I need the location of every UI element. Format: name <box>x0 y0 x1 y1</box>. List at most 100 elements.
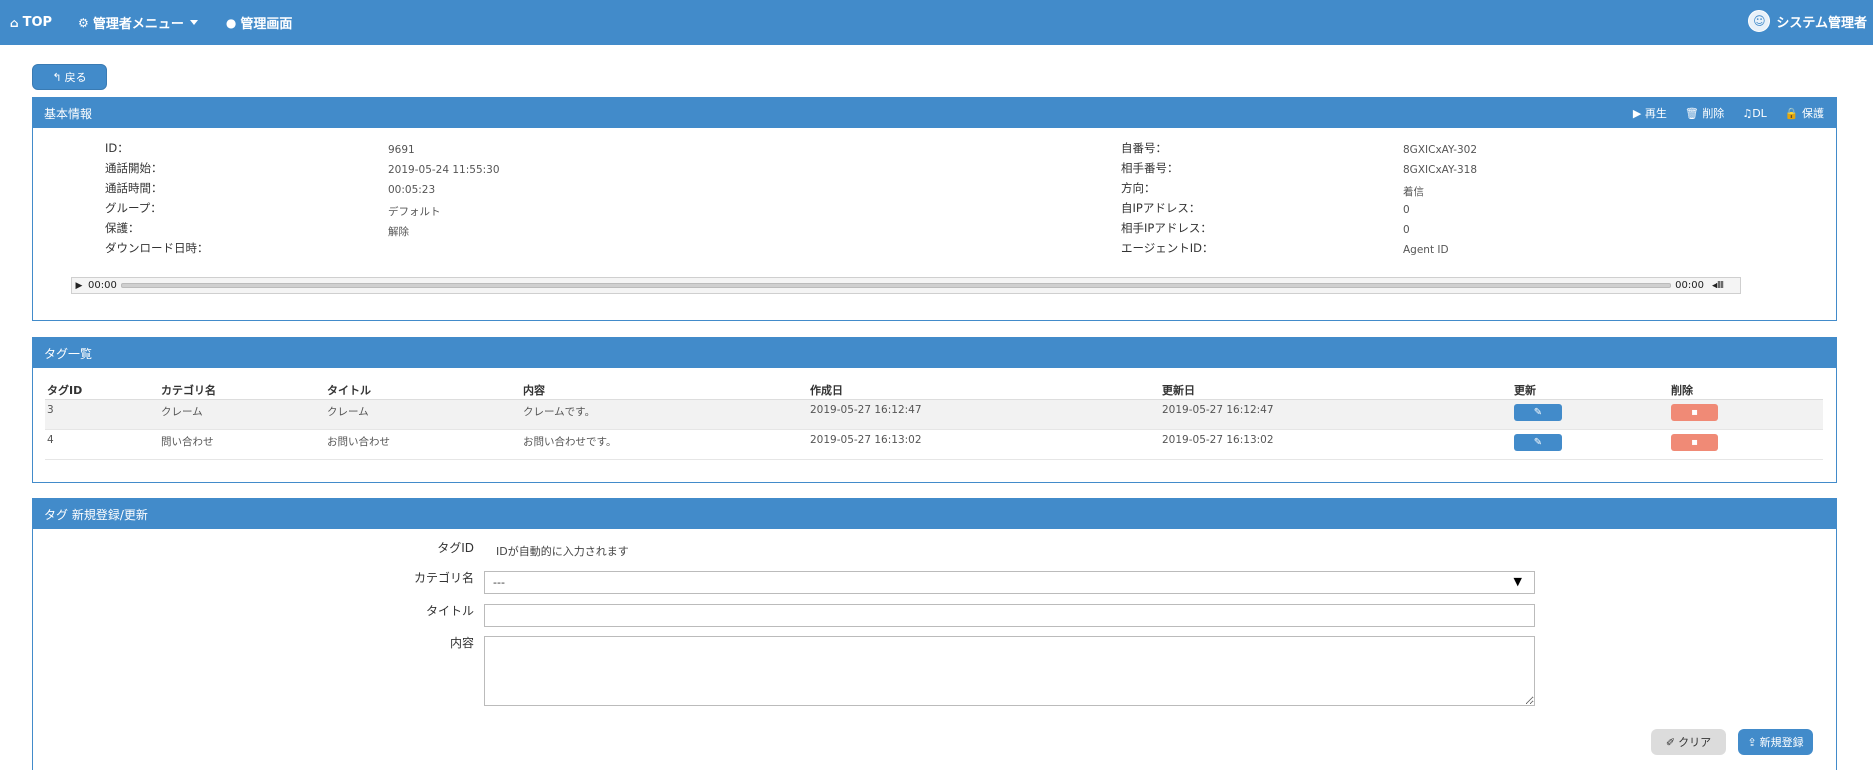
play-button[interactable]: ▶ 再生 <box>1633 105 1667 121</box>
audio-seek-bar[interactable] <box>120 283 1672 288</box>
title-field-label: タイトル <box>425 604 474 618</box>
cell-content: クレームです。 <box>521 399 808 430</box>
category-field-label: カテゴリ名 <box>413 571 474 585</box>
protect-button[interactable]: 🔒 保護 <box>1785 105 1824 121</box>
category-selected-value: --- <box>493 576 505 589</box>
cell-title: お問い合わせ <box>325 429 521 460</box>
tag-list-header: タグ一覧 <box>33 338 1836 368</box>
upload-icon: ⇪ <box>1747 735 1757 749</box>
protect-status-label: 保護： <box>105 221 140 235</box>
user-icon: ● <box>225 15 237 30</box>
content-field-label: 内容 <box>449 636 474 650</box>
basic-info-header: 基本情報 ▶ 再生 🗑 削除 ♫DL 🔒 保護 <box>33 98 1836 128</box>
new-register-button[interactable]: ⇪ 新規登録 <box>1738 729 1813 755</box>
nav-top-link[interactable]: ⌂ TOP <box>10 15 52 30</box>
home-icon: ⌂ <box>10 15 19 30</box>
caret-down-icon <box>189 20 198 25</box>
avatar: ☺ <box>1748 10 1771 32</box>
delete-label: 削除 <box>1702 107 1725 120</box>
cell-updated: 2019-05-27 16:12:47 <box>1160 399 1512 430</box>
trash-icon: ▪ <box>1691 406 1698 418</box>
nav-top-label: TOP <box>22 15 53 30</box>
cell-delete: ▪ <box>1669 429 1823 460</box>
title-input[interactable] <box>484 604 1535 627</box>
delete-tag-button[interactable]: ▪ <box>1671 433 1718 451</box>
edit-button[interactable]: ✎ <box>1514 433 1562 451</box>
col-title: タイトル <box>325 381 521 400</box>
col-delete: 削除 <box>1669 381 1823 400</box>
nav-admin-screen-link[interactable]: ● 管理画面 <box>225 13 293 33</box>
direction-value: 着信 <box>1403 186 1424 198</box>
audio-player: ▶ 00:00 00:00 ◂ıllll <box>71 277 1741 294</box>
col-updated: 更新日 <box>1160 381 1512 400</box>
clear-button-label: クリア <box>1678 736 1712 749</box>
pencil-icon: ✎ <box>1533 436 1543 448</box>
cell-content: お問い合わせです。 <box>521 429 808 460</box>
content-textarea[interactable] <box>484 636 1535 706</box>
col-category: カテゴリ名 <box>159 381 325 400</box>
edit-button[interactable]: ✎ <box>1514 403 1562 421</box>
basic-info-title: 基本情報 <box>44 106 93 121</box>
top-navbar: ⌂ TOP ⚙ 管理者メニュー ● 管理画面 ☺ システム管理者 <box>0 0 1873 45</box>
agent-id-value: Agent ID <box>1403 244 1449 256</box>
category-select[interactable]: --- ▼ <box>484 571 1535 594</box>
download-button[interactable]: ♫DL <box>1742 107 1766 120</box>
call-start-label: 通話開始： <box>105 161 163 175</box>
back-button-label: 戻る <box>64 71 87 84</box>
download-date-label: ダウンロード日時： <box>105 241 209 255</box>
agent-id-label: エージェントID： <box>1121 241 1214 255</box>
basic-info-panel: 基本情報 ▶ 再生 🗑 削除 ♫DL 🔒 保護 ID： 9691 通話開始： 2… <box>32 97 1837 321</box>
delete-tag-button[interactable]: ▪ <box>1671 403 1718 421</box>
tag-table: タグID カテゴリ名 タイトル 内容 作成日 更新日 更新 削除 3 クレーム … <box>45 381 1823 460</box>
reply-icon: ↰ <box>52 70 62 84</box>
music-icon: ♫ <box>1742 106 1753 120</box>
trash-icon: ▪ <box>1691 436 1698 448</box>
own-number-label: 自番号： <box>1121 141 1167 155</box>
tag-id-note: IDが自動的に入力されます <box>496 545 629 558</box>
clear-button[interactable]: ✐ クリア <box>1651 729 1726 755</box>
group-value: デフォルト <box>388 206 441 218</box>
cell-updated: 2019-05-27 16:13:02 <box>1160 429 1512 460</box>
play-label: 再生 <box>1644 107 1667 120</box>
tag-form-header: タグ 新規登録/更新 <box>33 499 1836 529</box>
tag-list-title: タグ一覧 <box>44 346 93 361</box>
col-tag-id: タグID <box>45 381 159 400</box>
tag-form-title: タグ 新規登録/更新 <box>44 507 148 522</box>
col-edit: 更新 <box>1512 381 1669 400</box>
tag-table-header: タグID カテゴリ名 タイトル 内容 作成日 更新日 更新 削除 <box>45 381 1823 400</box>
volume-icon[interactable]: ◂ıllll <box>1712 281 1736 291</box>
lock-icon: 🔒 <box>1784 107 1799 120</box>
basic-info-actions: ▶ 再生 🗑 削除 ♫DL 🔒 保護 <box>1615 98 1824 128</box>
nav-admin-screen-label: 管理画面 <box>240 17 293 32</box>
audio-current-time: 00:00 <box>88 280 117 291</box>
user-menu[interactable]: ☺ システム管理者 <box>1748 10 1867 32</box>
table-row: 3 クレーム クレーム クレームです。 2019-05-27 16:12:47 … <box>45 399 1823 430</box>
peer-ip-label: 相手IPアドレス： <box>1121 221 1212 235</box>
audio-play-icon[interactable]: ▶ <box>72 281 86 291</box>
group-label: グループ： <box>105 201 162 215</box>
col-content: 内容 <box>521 381 808 400</box>
cell-category: クレーム <box>159 399 325 430</box>
cell-created: 2019-05-27 16:13:02 <box>808 429 1160 460</box>
audio-duration: 00:00 <box>1675 280 1704 291</box>
peer-number-label: 相手番号： <box>1121 161 1179 175</box>
gears-icon: ⚙ <box>78 15 89 30</box>
tag-form-panel: タグ 新規登録/更新 タグID IDが自動的に入力されます カテゴリ名 --- … <box>32 498 1837 770</box>
table-row: 4 問い合わせ お問い合わせ お問い合わせです。 2019-05-27 16:1… <box>45 429 1823 460</box>
cell-tag-id: 4 <box>45 429 159 460</box>
own-ip-label: 自IPアドレス： <box>1121 201 1201 215</box>
eraser-icon: ✐ <box>1665 735 1676 749</box>
nav-admin-menu-label: 管理者メニュー <box>92 17 184 32</box>
trash-icon: 🗑 <box>1684 107 1699 120</box>
back-button[interactable]: ↰ 戻る <box>32 64 107 90</box>
own-ip-value: 0 <box>1403 204 1410 216</box>
tag-id-field-label: タグID <box>437 541 474 555</box>
cell-title: クレーム <box>325 399 521 430</box>
call-duration-value: 00:05:23 <box>388 184 436 196</box>
play-circle-icon: ▶ <box>1632 107 1642 120</box>
user-name: システム管理者 <box>1776 15 1867 31</box>
nav-admin-menu[interactable]: ⚙ 管理者メニュー <box>78 13 198 32</box>
delete-button[interactable]: 🗑 削除 <box>1685 105 1724 121</box>
download-label: DL <box>1752 106 1767 120</box>
protect-label: 保護 <box>1802 107 1824 120</box>
